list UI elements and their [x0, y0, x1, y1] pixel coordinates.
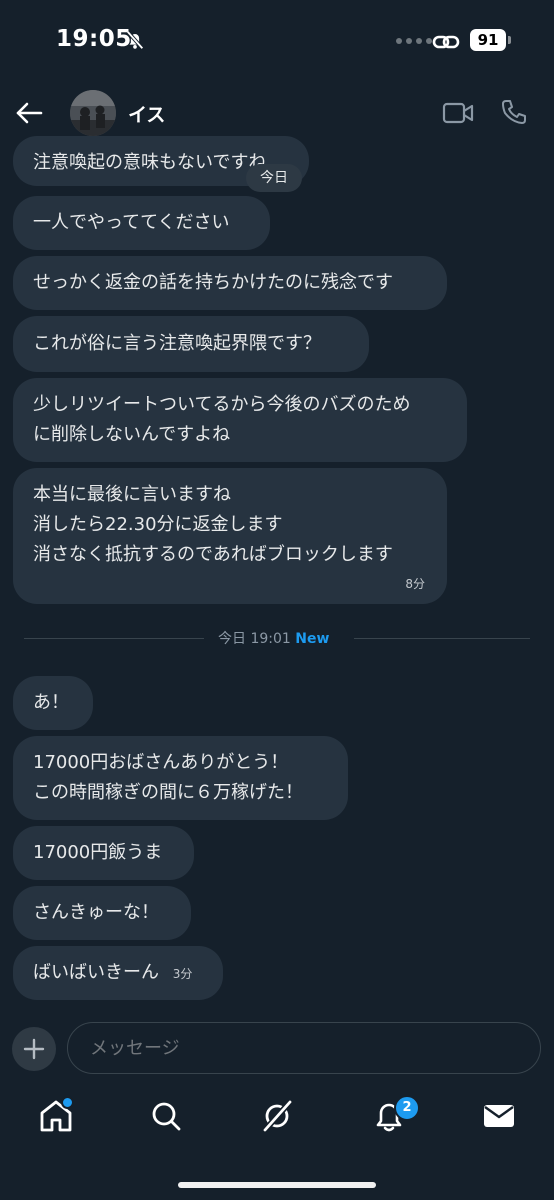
bottom-tab-bar: 2	[0, 1086, 554, 1150]
contact-name[interactable]: イス	[128, 100, 165, 127]
today-pill: 今日	[246, 164, 302, 192]
message-timestamp: 3分	[172, 967, 193, 981]
message-bubble[interactable]: せっかく返金の話を持ちかけたのに残念です	[13, 256, 447, 310]
video-call-icon[interactable]	[442, 100, 474, 126]
notifications-badge: 2	[394, 1095, 420, 1121]
bell-off-icon	[126, 30, 144, 50]
message-bubble[interactable]: ばいばいきーん 3分	[13, 946, 223, 1000]
add-media-button[interactable]	[12, 1027, 56, 1071]
grok-icon[interactable]	[257, 1096, 297, 1136]
message-thread[interactable]: 注意喚起の意味もないですね 一人でやっててください せっかく返金の話を持ちかけた…	[0, 136, 554, 1014]
status-bar: 19:05 91	[0, 0, 554, 84]
message-bubble[interactable]: あ！	[13, 676, 93, 730]
battery-indicator: 91	[470, 29, 506, 51]
divider-date: 今日 19:01	[218, 631, 291, 647]
message-composer	[0, 1018, 554, 1078]
phone-call-icon[interactable]	[500, 98, 528, 126]
message-timestamp: 8分	[405, 577, 425, 591]
avatar[interactable]	[70, 90, 116, 136]
message-bubble[interactable]: 17000円飯うま	[13, 826, 194, 880]
new-messages-divider: 今日 19:01 New	[24, 631, 530, 647]
message-bubble[interactable]: 本当に最後に言いますね 消したら22.30分に返金します 消さなく抵抗するのであ…	[13, 468, 447, 604]
messages-envelope-icon[interactable]	[479, 1096, 519, 1136]
message-bubble[interactable]: 少しリツイートついてるから今後のバズのため に削除しないんですよね	[13, 378, 467, 462]
home-indicator	[178, 1182, 376, 1188]
signal-icon	[396, 38, 432, 44]
new-label: New	[295, 631, 330, 647]
message-bubble[interactable]: 一人でやっててください	[13, 196, 270, 250]
message-bubble[interactable]: さんきゅーな！	[13, 886, 191, 940]
search-icon[interactable]	[146, 1096, 186, 1136]
battery-tip	[508, 36, 511, 44]
message-bubble[interactable]: 17000円おばさんありがとう！ この時間稼ぎの間に６万稼げた！	[13, 736, 348, 820]
home-notification-dot	[61, 1096, 74, 1109]
conversation-header: イス	[0, 84, 554, 144]
message-bubble[interactable]: これが俗に言う注意喚起界隈です？	[13, 316, 369, 372]
link-icon	[432, 35, 460, 49]
message-input[interactable]	[67, 1022, 541, 1074]
status-time: 19:05	[56, 26, 132, 52]
back-arrow-icon[interactable]	[14, 98, 44, 128]
plus-icon	[23, 1038, 45, 1060]
